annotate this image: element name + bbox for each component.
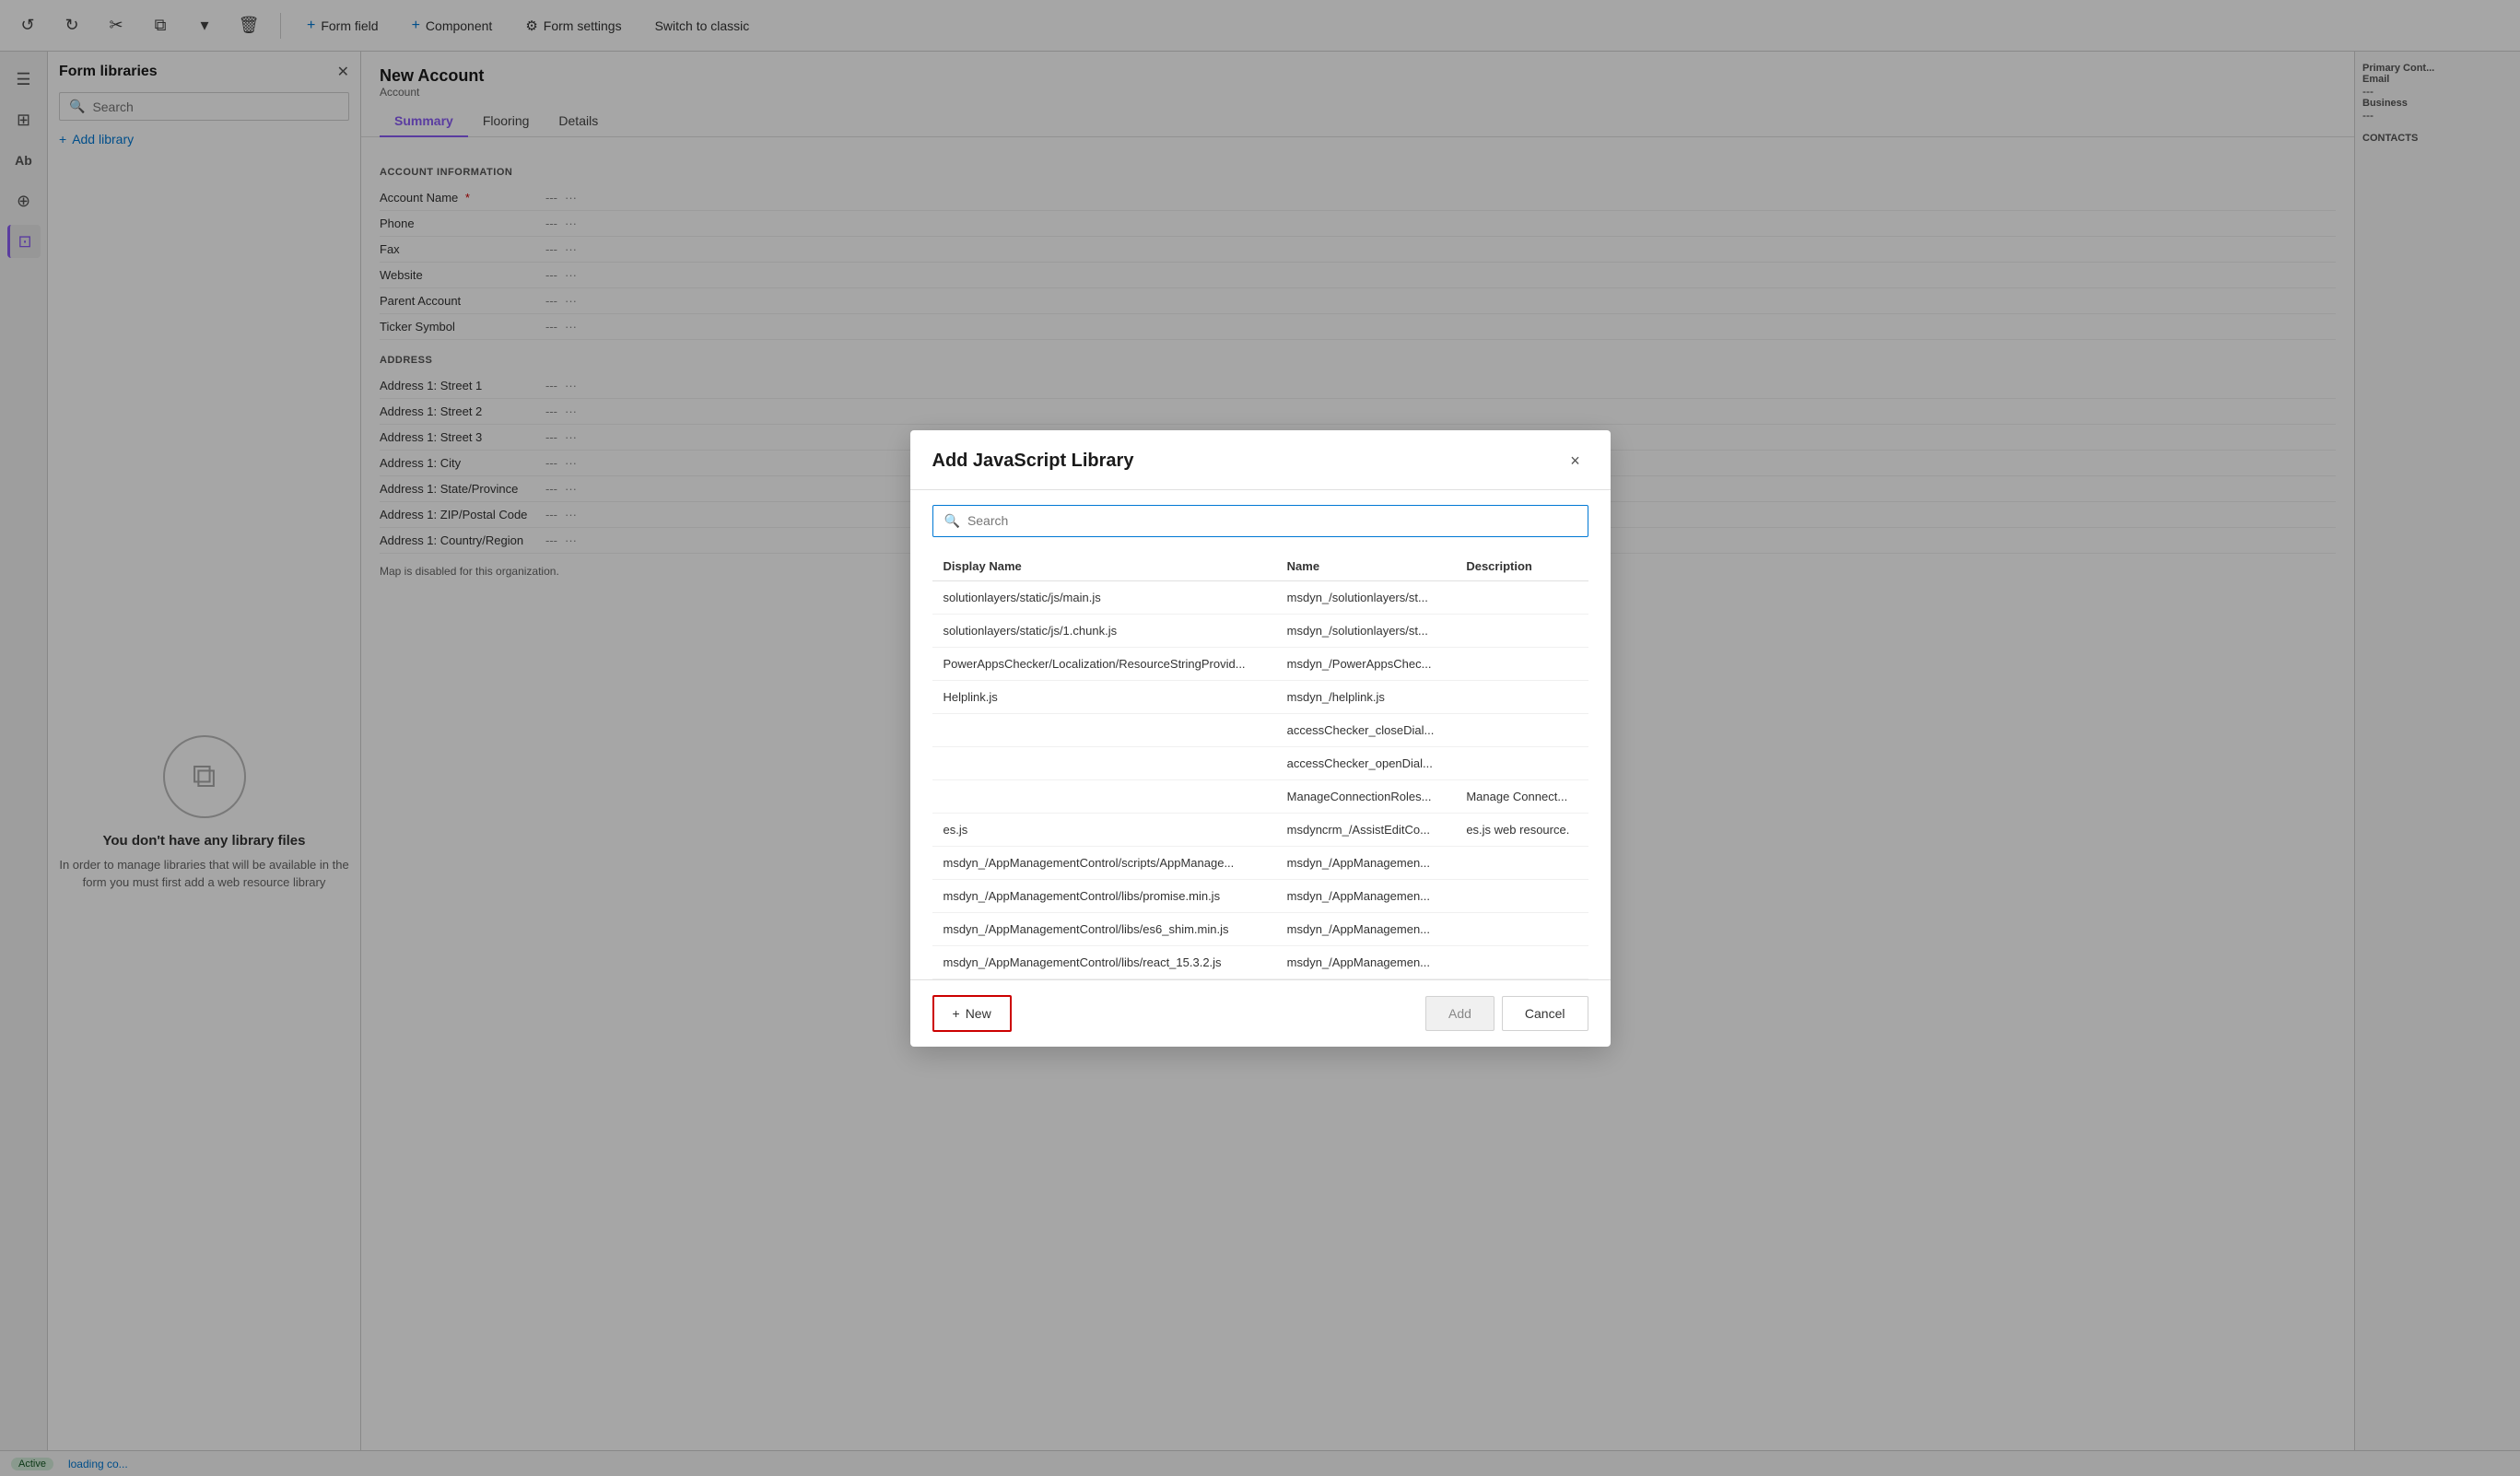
- new-plus-icon: +: [953, 1006, 960, 1021]
- cell-name: msdyn_/PowerAppsChec...: [1276, 647, 1456, 680]
- cell-name: accessChecker_closeDial...: [1276, 713, 1456, 746]
- col-display-name: Display Name: [932, 552, 1276, 581]
- modal-search-input[interactable]: [967, 513, 1576, 528]
- cell-description: [1455, 945, 1588, 978]
- cell-name: msdyn_/AppManagemen...: [1276, 945, 1456, 978]
- table-row[interactable]: Helplink.jsmsdyn_/helplink.js: [932, 680, 1588, 713]
- add-button[interactable]: Add: [1425, 996, 1494, 1031]
- cancel-button[interactable]: Cancel: [1502, 996, 1588, 1031]
- cell-description: [1455, 647, 1588, 680]
- table-row[interactable]: solutionlayers/static/js/1.chunk.jsmsdyn…: [932, 614, 1588, 647]
- modal-table: Display Name Name Description solutionla…: [932, 552, 1588, 979]
- cell-name: msdyn_/AppManagemen...: [1276, 846, 1456, 879]
- cell-display-name: msdyn_/AppManagementControl/libs/react_1…: [932, 945, 1276, 978]
- modal-footer: + New Add Cancel: [910, 979, 1611, 1047]
- cell-name: msdyn_/solutionlayers/st...: [1276, 580, 1456, 614]
- table-row[interactable]: msdyn_/AppManagementControl/libs/es6_shi…: [932, 912, 1588, 945]
- cell-display-name: PowerAppsChecker/Localization/ResourceSt…: [932, 647, 1276, 680]
- table-row[interactable]: PowerAppsChecker/Localization/ResourceSt…: [932, 647, 1588, 680]
- cell-description: [1455, 580, 1588, 614]
- modal-search-container: 🔍: [932, 505, 1588, 537]
- cell-display-name: solutionlayers/static/js/main.js: [932, 580, 1276, 614]
- cell-description: Manage Connect...: [1455, 779, 1588, 813]
- cell-description: [1455, 713, 1588, 746]
- modal-search-icon: 🔍: [944, 513, 960, 529]
- cell-name: msdyn_/solutionlayers/st...: [1276, 614, 1456, 647]
- cell-display-name: [932, 746, 1276, 779]
- table-row[interactable]: accessChecker_closeDial...: [932, 713, 1588, 746]
- new-button[interactable]: + New: [932, 995, 1012, 1032]
- table-row[interactable]: solutionlayers/static/js/main.jsmsdyn_/s…: [932, 580, 1588, 614]
- cell-description: [1455, 879, 1588, 912]
- table-row[interactable]: msdyn_/AppManagementControl/libs/react_1…: [932, 945, 1588, 978]
- modal-title: Add JavaScript Library: [932, 451, 1134, 472]
- table-header-row: Display Name Name Description: [932, 552, 1588, 581]
- cell-name: msdyncrm_/AssistEditCo...: [1276, 813, 1456, 846]
- add-javascript-library-modal: Add JavaScript Library × 🔍 Display Name …: [910, 430, 1611, 1047]
- cell-display-name: msdyn_/AppManagementControl/libs/promise…: [932, 879, 1276, 912]
- col-name: Name: [1276, 552, 1456, 581]
- table-row[interactable]: msdyn_/AppManagementControl/scripts/AppM…: [932, 846, 1588, 879]
- table-row[interactable]: es.jsmsdyncrm_/AssistEditCo...es.js web …: [932, 813, 1588, 846]
- modal-close-button[interactable]: ×: [1563, 449, 1588, 474]
- modal-header: Add JavaScript Library ×: [910, 430, 1611, 490]
- cell-description: [1455, 614, 1588, 647]
- cell-name: msdyn_/AppManagemen...: [1276, 912, 1456, 945]
- modal-overlay[interactable]: Add JavaScript Library × 🔍 Display Name …: [0, 0, 2520, 1476]
- cell-name: msdyn_/helplink.js: [1276, 680, 1456, 713]
- cell-display-name: msdyn_/AppManagementControl/libs/es6_shi…: [932, 912, 1276, 945]
- cell-display-name: es.js: [932, 813, 1276, 846]
- cell-display-name: [932, 779, 1276, 813]
- cell-display-name: [932, 713, 1276, 746]
- table-row[interactable]: msdyn_/AppManagementControl/libs/promise…: [932, 879, 1588, 912]
- cell-description: [1455, 846, 1588, 879]
- cell-display-name: solutionlayers/static/js/1.chunk.js: [932, 614, 1276, 647]
- cell-description: [1455, 912, 1588, 945]
- cell-description: es.js web resource.: [1455, 813, 1588, 846]
- cell-name: accessChecker_openDial...: [1276, 746, 1456, 779]
- modal-footer-right: Add Cancel: [1425, 996, 1588, 1031]
- cell-display-name: Helplink.js: [932, 680, 1276, 713]
- cell-description: [1455, 746, 1588, 779]
- cell-display-name: msdyn_/AppManagementControl/scripts/AppM…: [932, 846, 1276, 879]
- modal-table-container[interactable]: Display Name Name Description solutionla…: [932, 552, 1588, 979]
- cell-description: [1455, 680, 1588, 713]
- col-description: Description: [1455, 552, 1588, 581]
- table-row[interactable]: ManageConnectionRoles...Manage Connect..…: [932, 779, 1588, 813]
- cell-name: msdyn_/AppManagemen...: [1276, 879, 1456, 912]
- table-row[interactable]: accessChecker_openDial...: [932, 746, 1588, 779]
- cell-name: ManageConnectionRoles...: [1276, 779, 1456, 813]
